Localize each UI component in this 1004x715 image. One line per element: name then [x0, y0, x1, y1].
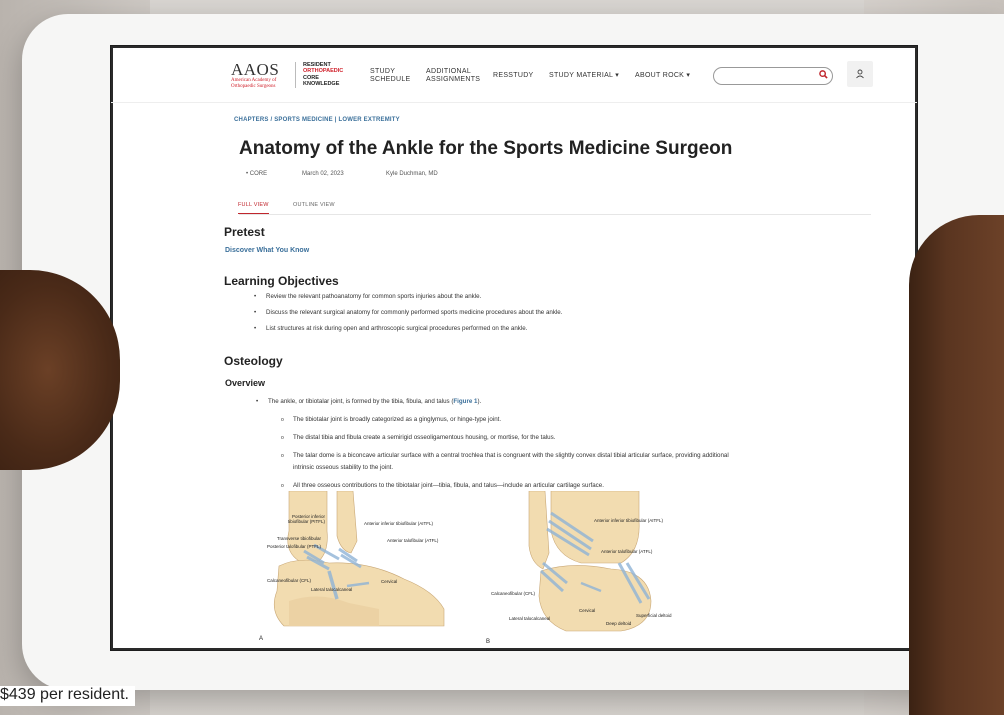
tablet-screen: AAOS American Academy of Orthopaedic Sur… — [110, 45, 918, 651]
figure-label: Calcaneofibular (CFL) — [491, 591, 536, 596]
overview-heading: Overview — [225, 378, 266, 388]
rock-logo-line: ORTHOPAEDIC — [303, 68, 344, 75]
ankle-anterior-illustration — [528, 490, 652, 632]
osteology-heading: Osteology — [224, 354, 283, 368]
list-item-text: All three osseous contributions to the t… — [293, 482, 604, 489]
list-item-text: Discuss the relevant surgical anatomy fo… — [266, 309, 563, 316]
aaos-logo-subtitle: American Academy of Orthopaedic Surgeons — [231, 78, 277, 89]
nav-label: ADDITIONAL — [426, 68, 472, 75]
list-item: o The tibiotalar joint is broadly categor… — [281, 416, 502, 423]
search-input[interactable] — [713, 67, 833, 85]
list-item-text: Review the relevant pathoanatomy for com… — [266, 293, 482, 300]
publish-date: March 02, 2023 — [302, 171, 344, 177]
site-header: AAOS American Academy of Orthopaedic Sur… — [111, 46, 917, 103]
list-item-text: ). — [477, 398, 482, 405]
objectives-heading: Learning Objectives — [224, 274, 339, 288]
list-item-text: The tibiotalar joint is broadly categori… — [293, 416, 502, 423]
nav-label: RESSTUDY — [493, 72, 534, 79]
figure-label: Anterior inferior tibiofibular (AITFL) — [364, 521, 434, 526]
figure-ankle-anterior: Anterior inferior tibiofibular (AITFL) A… — [471, 490, 721, 650]
tab-full-view[interactable]: FULL VIEW — [238, 202, 269, 214]
figure-label: Anterior inferior tibiofibular (AITFL) — [594, 518, 664, 523]
right-hand — [909, 215, 1004, 715]
logo-divider — [295, 62, 296, 88]
author-name: Kyle Duchman, MD — [386, 171, 438, 177]
figure-letter: B — [486, 639, 491, 645]
figure-label: Lateral talocalcaneal — [311, 587, 353, 592]
figure-label: Cervical — [579, 608, 596, 613]
nav-about-rock[interactable]: ABOUT ROCK ▾ — [635, 72, 690, 80]
nav-label: ASSIGNMENTS — [426, 76, 481, 83]
list-item: • Review the relevant pathoanatomy for co… — [254, 293, 482, 300]
nav-label: ABOUT ROCK ▾ — [635, 72, 691, 79]
tab-outline-view[interactable]: OUTLINE VIEW — [293, 202, 335, 208]
user-icon — [856, 69, 864, 79]
nav-study-material[interactable]: STUDY MATERIAL ▾ — [549, 72, 619, 80]
list-item-text: The ankle, or tibiotalar joint, is forme… — [268, 398, 454, 405]
list-item: • Discuss the relevant surgical anatomy f… — [254, 309, 563, 316]
nav-resstudy[interactable]: RESSTUDY — [493, 72, 534, 80]
figure-1-link[interactable]: Figure 1 — [453, 398, 477, 405]
figure-label: Superficial deltoid — [636, 613, 672, 618]
rock-logo-line: KNOWLEDGE — [303, 80, 340, 87]
figure-letter: A — [259, 636, 264, 642]
figure-label: Anterior talofibular (ATFL) — [387, 538, 439, 543]
nav-label: SCHEDULE — [370, 76, 411, 83]
list-item-text: intrinsic osseous stability to the joint… — [293, 464, 394, 471]
list-item: o The distal tibia and fibula create a se… — [281, 434, 556, 441]
breadcrumb[interactable]: CHAPTERS / SPORTS MEDICINE | LOWER EXTRE… — [234, 117, 400, 123]
pretest-heading: Pretest — [224, 225, 265, 239]
user-account-button[interactable] — [847, 61, 873, 87]
list-item: • List structures at risk during open and… — [254, 325, 528, 332]
pretest-link[interactable]: Discover What You Know — [225, 247, 309, 254]
search-icon[interactable] — [819, 70, 828, 81]
price-caption: $439 per resident. — [0, 686, 135, 706]
figure-label: Calcaneofibular (CFL) — [267, 578, 312, 583]
nav-label: STUDY MATERIAL ▾ — [549, 72, 620, 79]
figure-label: Anterior talofibular (ATFL) — [601, 549, 653, 554]
figure-ankle-lateral: Posterior inferior tibiofibular (PITFL) … — [229, 490, 469, 650]
content-tag: • CORE — [246, 171, 268, 177]
list-item: • The ankle, or tibiotalar joint, is form… — [256, 398, 482, 405]
list-item: o The talar dome is a biconcave articular… — [281, 452, 729, 459]
aaos-logo-text: AAOS — [231, 60, 280, 79]
nav-study-schedule[interactable]: STUDY SCHEDULE — [370, 68, 411, 84]
page-title: Anatomy of the Ankle for the Sports Medi… — [239, 138, 733, 159]
list-item-text: The distal tibia and fibula create a sem… — [293, 434, 556, 441]
figure-label: Transverse tibiofibular — [276, 536, 321, 541]
figure-label: Deep deltoid — [606, 621, 632, 626]
figure-label: Lateral talocalcaneal — [509, 616, 551, 621]
aaos-logo[interactable]: AAOS American Academy of Orthopaedic Sur… — [231, 60, 283, 90]
figure-label: Posterior talofibular (PTFL) — [266, 544, 321, 549]
tab-divider — [239, 214, 871, 215]
nav-additional-assignments[interactable]: ADDITIONAL ASSIGNMENTS — [426, 68, 480, 84]
figure-label: tibiofibular (PITFL) — [287, 519, 325, 524]
rock-logo[interactable]: RESIDENT ORTHOPAEDIC CORE KNOWLEDGE — [303, 62, 343, 87]
list-item-text: The talar dome is a biconcave articular … — [293, 452, 729, 459]
list-item-text: List structures at risk during open and … — [266, 325, 528, 332]
figure-label: Cervical — [381, 579, 398, 584]
list-item-continued: intrinsic osseous stability to the joint… — [293, 462, 393, 474]
nav-label: STUDY — [370, 68, 396, 75]
